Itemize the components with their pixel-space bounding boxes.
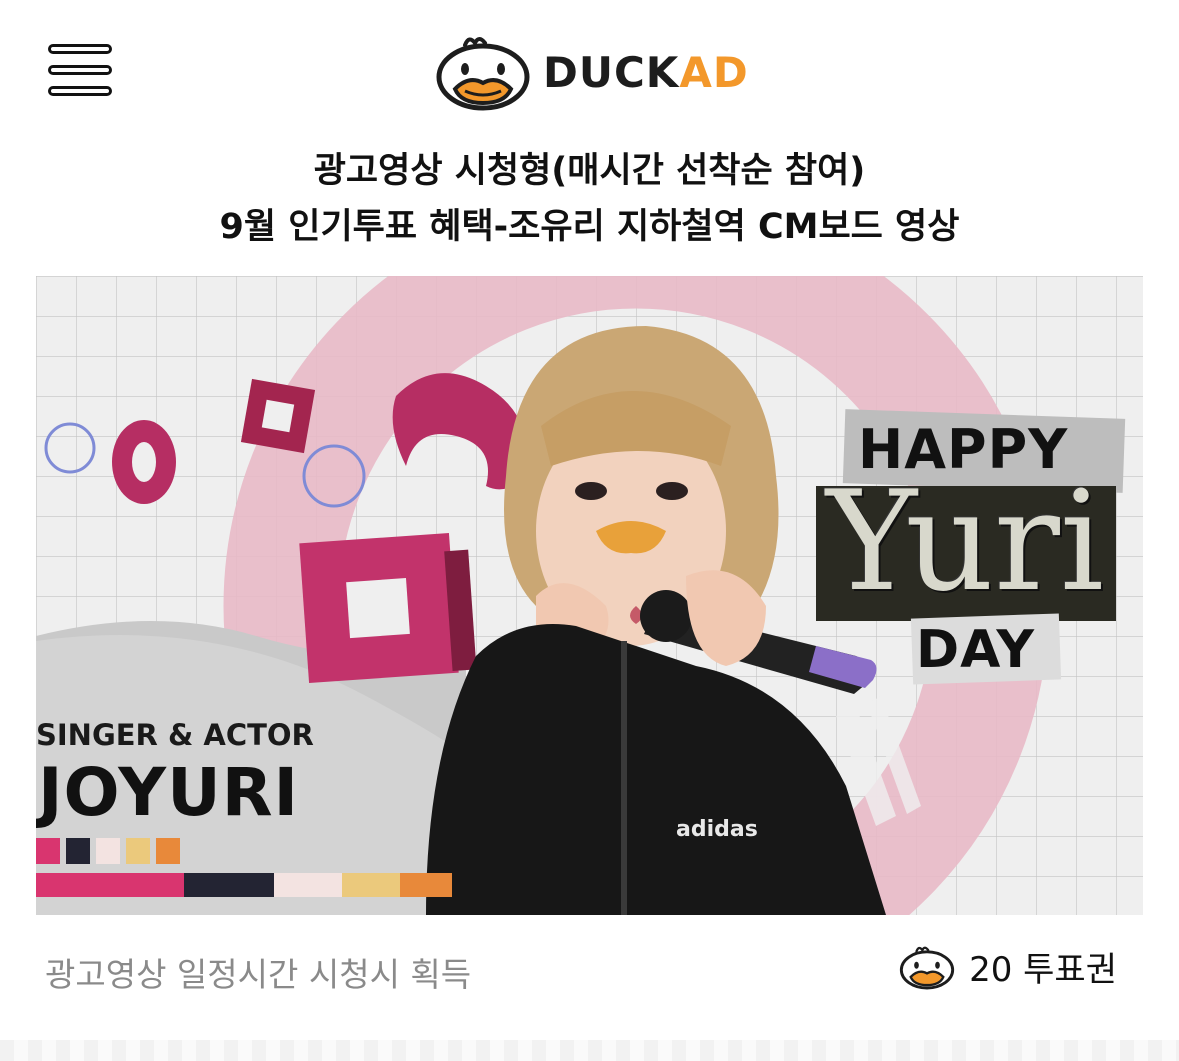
- logo-text: DUCKAD: [543, 48, 749, 97]
- duckad-logo[interactable]: DUCKAD: [435, 32, 749, 112]
- reward-row: 광고영상 일정시간 시청시 획득 20 투표권: [0, 930, 1179, 1010]
- reward-description: 광고영상 일정시간 시청시 획득: [45, 955, 472, 994]
- svg-text:adidas: adidas: [676, 817, 758, 842]
- ad-video-thumbnail[interactable]: adidas SINGER & ACTOR JOYURI HAPPY Yuri …: [36, 276, 1143, 915]
- title-line-2: 9월 인기투표 혜택-조유리 지하철역 CM보드 영상: [219, 207, 960, 247]
- logo-text-main: DUCK: [543, 47, 680, 97]
- logo-text-accent: AD: [679, 47, 749, 97]
- menu-bar-top: [48, 44, 112, 54]
- reward-amount: 20 투표권: [969, 950, 1117, 990]
- menu-bar-bottom: [48, 86, 112, 96]
- page-title: 광고영상 시청형(매시간 선착순 참여) 9월 인기투표 혜택-조유리 지하철역…: [0, 143, 1179, 255]
- banner-label: SINGER & ACTOR: [36, 718, 314, 752]
- reward-badge: 20 투표권: [899, 942, 1117, 991]
- duck-icon: [899, 946, 955, 989]
- header: DUCKAD: [0, 0, 1179, 140]
- hamburger-menu-icon[interactable]: [46, 42, 116, 102]
- banner-day: DAY: [916, 620, 1036, 680]
- duck-icon: [436, 37, 530, 111]
- title-line-1: 광고영상 시청형(매시간 선착순 참여): [313, 151, 866, 191]
- bottom-divider: [0, 1040, 1179, 1061]
- banner-yuri: Yuri: [826, 461, 1105, 622]
- menu-bar-middle: [48, 65, 112, 75]
- banner-artist-name: JOYURI: [38, 754, 300, 831]
